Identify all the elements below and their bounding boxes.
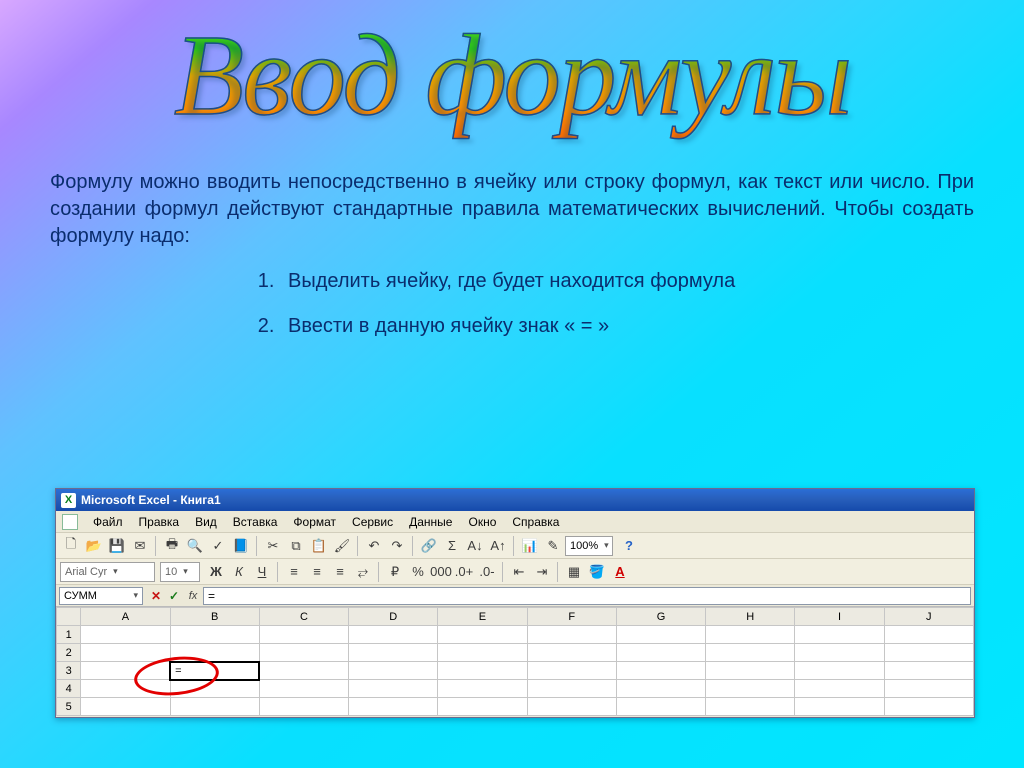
col-header[interactable]: B	[170, 608, 259, 626]
borders-icon[interactable]: ▦	[563, 561, 585, 583]
standard-toolbar: 🗋 📂 💾 ✉ 🖶 🔍 ✓ 📘 ✂ ⧉ 📋 🖌 ↶ ↷ 🔗 Σ A↓ A↑ 📊 …	[56, 533, 974, 559]
format-painter-icon[interactable]: 🖌	[331, 535, 353, 557]
select-all-corner[interactable]	[57, 608, 81, 626]
slide-title: Ввод формулы	[0, 0, 1024, 139]
col-header[interactable]: A	[81, 608, 170, 626]
menu-data[interactable]: Данные	[402, 513, 459, 531]
hyperlink-icon[interactable]: 🔗	[418, 535, 440, 557]
menu-format[interactable]: Формат	[286, 513, 343, 531]
underline-button[interactable]: Ч	[251, 561, 273, 583]
font-size-select[interactable]: 10	[160, 562, 200, 582]
menu-view[interactable]: Вид	[188, 513, 224, 531]
print-icon[interactable]: 🖶	[161, 535, 183, 557]
merge-icon[interactable]: ⥂	[352, 561, 374, 583]
cancel-icon[interactable]: ✕	[147, 589, 165, 603]
row-header[interactable]: 1	[57, 626, 81, 644]
enter-icon[interactable]: ✓	[165, 589, 183, 603]
col-header[interactable]: F	[527, 608, 616, 626]
mail-icon[interactable]: ✉	[129, 535, 151, 557]
menu-file[interactable]: Файл	[86, 513, 130, 531]
excel-window: X Microsoft Excel - Книга1 Файл Правка В…	[55, 488, 975, 718]
doc-icon	[62, 514, 78, 530]
align-right-icon[interactable]: ≡	[329, 561, 351, 583]
formatting-toolbar: Arial Cyr 10 Ж К Ч ≡ ≡ ≡ ⥂ ₽ % 000 .0+ .…	[56, 559, 974, 585]
menu-tools[interactable]: Сервис	[345, 513, 400, 531]
fill-color-icon[interactable]: 🪣	[586, 561, 608, 583]
inc-decimal-icon[interactable]: .0+	[453, 561, 475, 583]
row-header[interactable]: 2	[57, 644, 81, 662]
percent-icon[interactable]: %	[407, 561, 429, 583]
formula-bar: СУММ ✕ ✓ fx =	[56, 585, 974, 607]
bold-button[interactable]: Ж	[205, 561, 227, 583]
col-header[interactable]: J	[884, 608, 973, 626]
window-title-text: Microsoft Excel - Книга1	[81, 493, 221, 507]
redo-icon[interactable]: ↷	[386, 535, 408, 557]
titlebar: X Microsoft Excel - Книга1	[56, 489, 974, 511]
comma-icon[interactable]: 000	[430, 561, 452, 583]
save-icon[interactable]: 💾	[106, 535, 128, 557]
paste-icon[interactable]: 📋	[308, 535, 330, 557]
align-center-icon[interactable]: ≡	[306, 561, 328, 583]
inc-indent-icon[interactable]: ⇥	[531, 561, 553, 583]
currency-icon[interactable]: ₽	[384, 561, 406, 583]
menu-help[interactable]: Справка	[505, 513, 566, 531]
row-header[interactable]: 4	[57, 680, 81, 698]
dec-decimal-icon[interactable]: .0-	[476, 561, 498, 583]
undo-icon[interactable]: ↶	[363, 535, 385, 557]
col-header[interactable]: H	[706, 608, 795, 626]
open-icon[interactable]: 📂	[83, 535, 105, 557]
font-color-icon[interactable]: A	[609, 561, 631, 583]
dec-indent-icon[interactable]: ⇤	[508, 561, 530, 583]
cut-icon[interactable]: ✂	[262, 535, 284, 557]
active-cell[interactable]: =	[170, 662, 259, 680]
name-box[interactable]: СУММ	[59, 587, 143, 605]
row-header[interactable]: 3	[57, 662, 81, 680]
zoom-select[interactable]: 100%	[565, 536, 613, 556]
drawing-icon[interactable]: ✎	[542, 535, 564, 557]
font-name-select[interactable]: Arial Cyr	[60, 562, 155, 582]
col-header[interactable]: I	[795, 608, 884, 626]
chart-icon[interactable]: 📊	[519, 535, 541, 557]
step-item: Ввести в данную ячейку знак « = »	[280, 315, 974, 338]
menu-insert[interactable]: Вставка	[226, 513, 285, 531]
fx-icon[interactable]: fx	[183, 590, 203, 602]
row-header[interactable]: 5	[57, 698, 81, 716]
menubar: Файл Правка Вид Вставка Формат Сервис Да…	[56, 511, 974, 533]
preview-icon[interactable]: 🔍	[184, 535, 206, 557]
step-item: Выделить ячейку, где будет находится фор…	[280, 270, 974, 293]
menu-window[interactable]: Окно	[461, 513, 503, 531]
col-header[interactable]: E	[438, 608, 527, 626]
col-header[interactable]: G	[616, 608, 705, 626]
menu-edit[interactable]: Правка	[132, 513, 187, 531]
autosum-icon[interactable]: Σ	[441, 535, 463, 557]
spellcheck-icon[interactable]: ✓	[207, 535, 229, 557]
excel-app-icon: X	[61, 493, 76, 508]
sort-asc-icon[interactable]: A↓	[464, 535, 486, 557]
align-left-icon[interactable]: ≡	[283, 561, 305, 583]
col-header[interactable]: C	[259, 608, 348, 626]
help-icon[interactable]: ?	[618, 535, 640, 557]
research-icon[interactable]: 📘	[230, 535, 252, 557]
col-header[interactable]: D	[349, 608, 438, 626]
sort-desc-icon[interactable]: A↑	[487, 535, 509, 557]
steps-list: Выделить ячейку, где будет находится фор…	[280, 270, 974, 338]
italic-button[interactable]: К	[228, 561, 250, 583]
spreadsheet-grid[interactable]: A B C D E F G H I J 1 2 3 = 4 5	[56, 607, 974, 716]
new-icon[interactable]: 🗋	[60, 535, 82, 557]
formula-input[interactable]: =	[203, 587, 971, 605]
intro-paragraph: Формулу можно вводить непосредственно в …	[50, 169, 974, 250]
copy-icon[interactable]: ⧉	[285, 535, 307, 557]
